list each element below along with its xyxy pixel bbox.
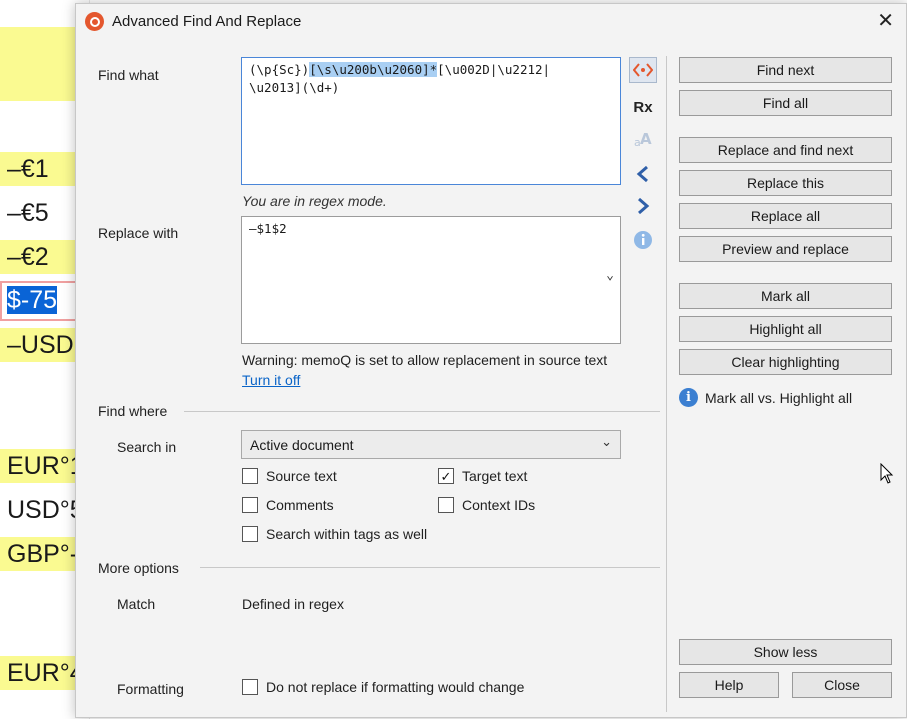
highlight-all-button[interactable]: Highlight all xyxy=(679,316,892,342)
show-less-button[interactable]: Show less xyxy=(679,639,892,665)
match-value: Defined in regex xyxy=(242,596,344,612)
rx-icon[interactable]: Rx xyxy=(629,94,657,120)
title-bar: Advanced Find And Replace ✕ xyxy=(76,4,906,40)
close-icon[interactable]: ✕ xyxy=(877,10,894,32)
chevron-down-icon[interactable]: ⌄ xyxy=(606,267,614,285)
find-text-selection: [\s\u200b\u2060]* xyxy=(309,62,438,77)
mouse-pointer-icon xyxy=(880,462,894,490)
clear-highlighting-button[interactable]: Clear highlighting xyxy=(679,349,892,375)
next-arrow-icon[interactable] xyxy=(629,193,657,219)
replace-all-button[interactable]: Replace all xyxy=(679,203,892,229)
target-text-checkbox[interactable]: Target text xyxy=(438,468,527,484)
search-in-label: Search in xyxy=(117,439,177,455)
context-ids-checkbox[interactable]: Context IDs xyxy=(438,497,535,513)
dialog-title: Advanced Find And Replace xyxy=(112,13,302,30)
mark-all-button[interactable]: Mark all xyxy=(679,283,892,309)
search-in-value: Active document xyxy=(250,437,354,453)
info-icon[interactable] xyxy=(629,227,657,253)
warning-text: Warning: memoQ is set to allow replaceme… xyxy=(242,352,608,368)
checkbox-box xyxy=(242,679,258,695)
checkbox-label: Context IDs xyxy=(462,497,536,513)
find-text-part: [\u002D|\u2212| xyxy=(437,62,551,77)
close-button[interactable]: Close xyxy=(792,672,892,698)
checkbox-label: Source text xyxy=(266,468,337,484)
checkbox-label: Comments xyxy=(266,497,334,513)
replace-with-label: Replace with xyxy=(98,225,179,241)
help-button[interactable]: Help xyxy=(679,672,779,698)
find-where-heading: Find where xyxy=(98,403,168,419)
column-divider xyxy=(666,56,667,712)
source-text-checkbox[interactable]: Source text xyxy=(242,468,337,484)
info-icon: i xyxy=(679,388,698,407)
preview-and-replace-button[interactable]: Preview and replace xyxy=(679,236,892,262)
comments-checkbox[interactable]: Comments xyxy=(242,497,334,513)
formatting-checkbox[interactable]: Do not replace if formatting would chang… xyxy=(242,679,524,695)
regex-toggle-icon[interactable] xyxy=(629,57,657,83)
more-options-heading: More options xyxy=(98,560,179,576)
checkbox-box xyxy=(242,497,258,513)
advanced-find-replace-dialog: Advanced Find And Replace ✕ Find what (\… xyxy=(75,3,907,718)
find-text-part: (\p{Sc}) xyxy=(249,62,310,77)
divider xyxy=(184,411,660,412)
checkbox-box xyxy=(242,468,258,484)
checkbox-box xyxy=(242,526,258,542)
checkbox-label: Target text xyxy=(462,468,528,484)
replace-this-button[interactable]: Replace this xyxy=(679,170,892,196)
mark-vs-highlight-info[interactable]: i Mark all vs. Highlight all xyxy=(679,388,852,407)
replace-with-value: –$1$2 xyxy=(249,221,287,236)
checkbox-label: Search within tags as well xyxy=(266,526,428,542)
checkbox-label: Do not replace if formatting would chang… xyxy=(266,679,525,695)
match-label: Match xyxy=(117,596,156,612)
replace-with-input[interactable]: –$1$2 ⌄ xyxy=(241,216,621,344)
find-what-line-1: (\p{Sc})[\s\u200b\u2060]*[\u002D|\u2212| xyxy=(249,61,613,79)
find-what-input[interactable]: (\p{Sc})[\s\u200b\u2060]*[\u002D|\u2212|… xyxy=(241,57,621,185)
font-case-icon[interactable]: aA xyxy=(629,126,657,152)
source-replace-warning: Warning: memoQ is set to allow replaceme… xyxy=(242,350,627,390)
replace-and-find-next-button[interactable]: Replace and find next xyxy=(679,137,892,163)
within-tags-checkbox[interactable]: Search within tags as well xyxy=(242,526,427,542)
find-next-button[interactable]: Find next xyxy=(679,57,892,83)
previous-arrow-icon[interactable] xyxy=(629,161,657,187)
checkbox-box xyxy=(438,497,454,513)
memoq-app-icon xyxy=(85,12,104,31)
find-what-label: Find what xyxy=(98,67,159,83)
divider xyxy=(200,567,660,568)
search-in-select[interactable]: Active document ⌄ xyxy=(241,430,621,459)
info-link-text: Mark all vs. Highlight all xyxy=(705,389,853,406)
turn-it-off-link[interactable]: Turn it off xyxy=(242,372,300,388)
checkbox-box-checked xyxy=(438,468,454,484)
chevron-down-icon: ⌄ xyxy=(601,434,612,449)
svg-text:A: A xyxy=(640,130,652,148)
regex-mode-note: You are in regex mode. xyxy=(242,193,387,209)
find-all-button[interactable]: Find all xyxy=(679,90,892,116)
formatting-label: Formatting xyxy=(117,681,184,697)
selected-text: $-75 xyxy=(7,286,58,314)
find-what-line-2: \u2013](\d+) xyxy=(249,80,340,95)
